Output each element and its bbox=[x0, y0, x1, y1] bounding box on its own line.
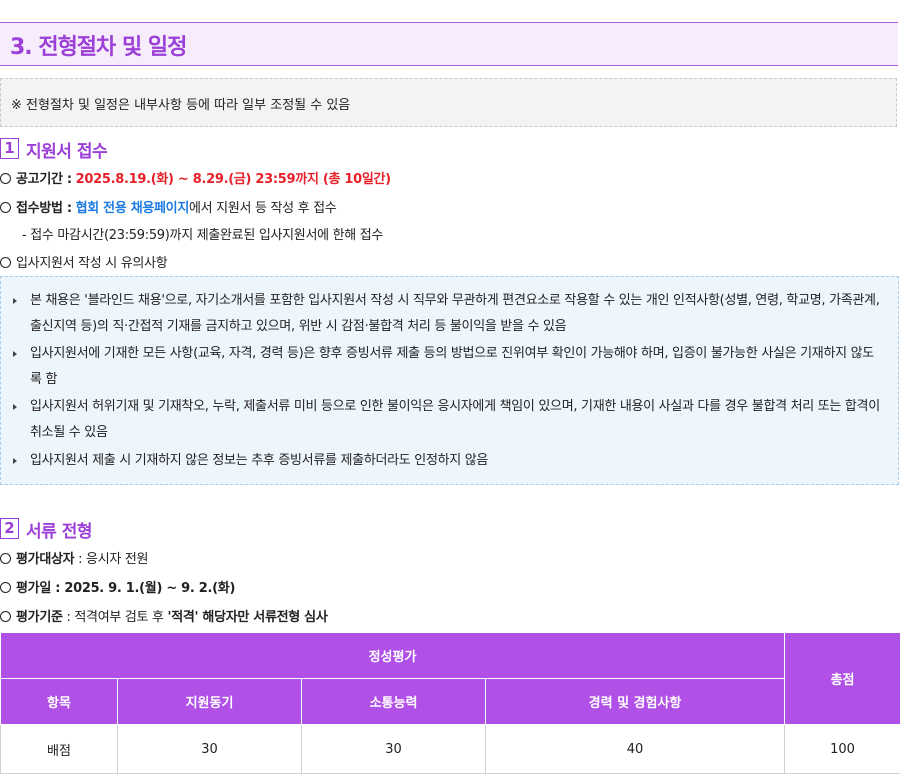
period-value: 2025.8.19.(화) ~ 8.29.(금) 23:59까지 (총 10일간… bbox=[75, 172, 392, 187]
caution-item-text: 본 채용은 '블라인드 채용'으로, 자기소개서를 포함한 입사지원서 작성 시… bbox=[30, 293, 880, 334]
target-label: 평가대상자 bbox=[16, 552, 75, 567]
criteria-label: 평가기준 bbox=[16, 610, 63, 625]
period-line: 공고기간 : 2025.8.19.(화) ~ 8.29.(금) 23:59까지 … bbox=[0, 168, 391, 187]
date-line: 평가일 : 2025. 9. 1.(월) ~ 9. 2.(화) bbox=[0, 577, 235, 596]
table-cell: 100 bbox=[784, 724, 900, 774]
page-title-bar: 3. 전형절차 및 일정 bbox=[0, 22, 898, 66]
circle-bullet-icon bbox=[0, 257, 11, 268]
column-header: 소통능력 bbox=[301, 678, 486, 725]
score-table: 정성평가 총점 항목 지원동기 소통능력 경력 및 경험사항 배점 30 30 … bbox=[0, 632, 900, 774]
triangle-bullet-icon bbox=[13, 351, 17, 357]
circle-bullet-icon bbox=[0, 553, 11, 564]
triangle-bullet-icon bbox=[13, 404, 17, 410]
caution-heading-line: 입사지원서 작성 시 유의사항 bbox=[0, 252, 168, 271]
method-sub-note: - 접수 마감시간(23:59:59)까지 제출완료된 입사지원서에 한해 접수 bbox=[22, 228, 384, 243]
caution-item-text: 입사지원서에 기재한 모든 사항(교육, 자격, 경력 등)은 향후 증빙서류 … bbox=[30, 346, 874, 387]
caution-heading: 입사지원서 작성 시 유의사항 bbox=[16, 256, 168, 271]
circle-bullet-icon bbox=[0, 611, 11, 622]
qualitative-header: 정성평가 bbox=[0, 632, 786, 679]
circle-bullet-icon bbox=[0, 582, 11, 593]
table-cell: 배점 bbox=[0, 724, 118, 774]
caution-item-text: 입사지원서 허위기재 및 기재착오, 누락, 제출서류 미비 등으로 인한 불이… bbox=[30, 399, 880, 440]
section-1-title: 지원서 접수 bbox=[26, 142, 108, 162]
criteria-value: : 적격여부 검토 후 bbox=[62, 610, 168, 625]
method-label: 접수방법 : bbox=[16, 201, 72, 216]
column-header: 경력 및 경험사항 bbox=[484, 678, 786, 725]
table-cell: 30 bbox=[117, 724, 302, 774]
column-header: 항목 bbox=[0, 678, 118, 725]
caution-item: 입사지원서 허위기재 및 기재착오, 누락, 제출서류 미비 등으로 인한 불이… bbox=[13, 394, 883, 446]
page-title: 3. 전형절차 및 일정 bbox=[10, 35, 187, 60]
criteria-line: 평가기준 : 적격여부 검토 후 '적격' 해당자만 서류전형 심사 bbox=[0, 606, 328, 625]
target-line: 평가대상자 : 응시자 전원 bbox=[0, 548, 149, 567]
column-header: 지원동기 bbox=[117, 678, 302, 725]
total-header: 총점 bbox=[784, 632, 900, 725]
notice-box: ※ 전형절차 및 일정은 내부사항 등에 따라 일부 조정될 수 있음 bbox=[0, 78, 897, 127]
table-cell: 40 bbox=[484, 724, 786, 774]
criteria-bold: '적격' 해당자만 서류전형 심사 bbox=[167, 610, 328, 625]
recruitment-page-link[interactable]: 협회 전용 채용페이지 bbox=[76, 201, 190, 216]
caution-item: 입사지원서에 기재한 모든 사항(교육, 자격, 경력 등)은 향후 증빙서류 … bbox=[13, 341, 883, 393]
table-cell: 30 bbox=[301, 724, 486, 774]
caution-item: 본 채용은 '블라인드 채용'으로, 자기소개서를 포함한 입사지원서 작성 시… bbox=[13, 288, 883, 340]
date-label: 평가일 : 2025. 9. 1.(월) ~ 9. 2.(화) bbox=[16, 581, 236, 596]
target-value: : 응시자 전원 bbox=[74, 552, 149, 567]
section-1-number: 1 bbox=[0, 138, 19, 159]
circle-bullet-icon bbox=[0, 202, 11, 213]
period-label: 공고기간 : bbox=[16, 172, 72, 187]
caution-item: 입사지원서 제출 시 기재하지 않은 정보는 추후 증빙서류를 제출하더라도 인… bbox=[13, 448, 883, 474]
method-line: 접수방법 : 협회 전용 채용페이지에서 지원서 등 작성 후 접수 bbox=[0, 197, 337, 216]
section-2-title: 서류 전형 bbox=[26, 522, 92, 542]
circle-bullet-icon bbox=[0, 173, 11, 184]
table-row: 배점 30 30 40 100 bbox=[0, 724, 900, 774]
method-rest: 에서 지원서 등 작성 후 접수 bbox=[189, 201, 337, 216]
notice-text: ※ 전형절차 및 일정은 내부사항 등에 따라 일부 조정될 수 있음 bbox=[11, 98, 351, 113]
section-2-number: 2 bbox=[0, 518, 19, 539]
triangle-bullet-icon bbox=[13, 298, 17, 304]
caution-box: 본 채용은 '블라인드 채용'으로, 자기소개서를 포함한 입사지원서 작성 시… bbox=[0, 276, 899, 485]
caution-item-text: 입사지원서 제출 시 기재하지 않은 정보는 추후 증빙서류를 제출하더라도 인… bbox=[30, 453, 489, 468]
triangle-bullet-icon bbox=[13, 458, 17, 464]
